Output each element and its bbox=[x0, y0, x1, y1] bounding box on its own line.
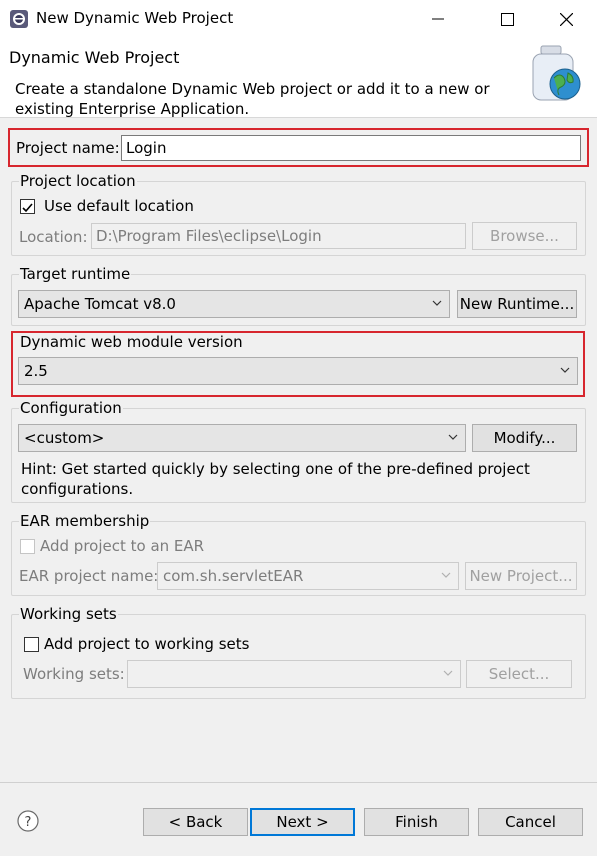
new-ear-project-button[interactable]: New Project... bbox=[465, 562, 577, 590]
close-button[interactable] bbox=[543, 4, 589, 34]
wizard-description: Create a standalone Dynamic Web project … bbox=[15, 80, 490, 118]
chevron-down-icon bbox=[560, 367, 570, 373]
modify-button[interactable]: Modify... bbox=[472, 424, 577, 452]
working-sets-legend: Working sets bbox=[19, 605, 118, 623]
use-default-location-label: Use default location bbox=[44, 197, 194, 215]
configuration-legend: Configuration bbox=[19, 399, 123, 417]
browse-button[interactable]: Browse... bbox=[472, 222, 577, 250]
configuration-hint: Hint: Get started quickly by selecting o… bbox=[21, 460, 530, 498]
ear-membership-legend: EAR membership bbox=[19, 512, 151, 530]
eclipse-icon bbox=[9, 9, 29, 29]
select-working-sets-button[interactable]: Select... bbox=[466, 660, 572, 688]
location-input[interactable]: D:\Program Files\eclipse\Login bbox=[91, 223, 466, 249]
module-version-select[interactable]: 2.5 bbox=[18, 357, 578, 385]
help-button[interactable]: ? bbox=[17, 810, 39, 832]
next-button[interactable]: Next > bbox=[250, 808, 355, 836]
add-to-working-sets-label: Add project to working sets bbox=[44, 635, 250, 653]
ear-project-name-select[interactable]: com.sh.servletEAR bbox=[157, 562, 459, 590]
title-bar: New Dynamic Web Project bbox=[0, 0, 597, 38]
project-name-input[interactable]: Login bbox=[121, 135, 581, 161]
close-icon bbox=[559, 12, 573, 26]
project-location-legend: Project location bbox=[19, 172, 137, 190]
maximize-icon bbox=[500, 12, 514, 26]
window-title: New Dynamic Web Project bbox=[36, 9, 234, 27]
checkmark-icon bbox=[22, 203, 33, 213]
project-name-label: Project name: bbox=[16, 139, 120, 157]
minimize-button[interactable] bbox=[415, 4, 461, 34]
working-sets-label: Working sets: bbox=[23, 665, 125, 683]
target-runtime-value: Apache Tomcat v8.0 bbox=[24, 295, 176, 313]
ear-project-name-label: EAR project name: bbox=[19, 567, 159, 585]
svg-text:?: ? bbox=[25, 815, 32, 830]
add-to-working-sets-checkbox[interactable] bbox=[24, 637, 39, 652]
location-label: Location: bbox=[19, 228, 88, 246]
configuration-value: <custom> bbox=[24, 429, 105, 447]
web-project-jar-globe-icon bbox=[527, 44, 587, 110]
module-version-value: 2.5 bbox=[24, 362, 48, 380]
maximize-button[interactable] bbox=[484, 4, 530, 34]
add-to-ear-checkbox[interactable] bbox=[20, 539, 35, 554]
finish-button[interactable]: Finish bbox=[364, 808, 469, 836]
chevron-down-icon bbox=[432, 300, 442, 306]
add-to-ear-label: Add project to an EAR bbox=[40, 537, 205, 555]
chevron-down-icon bbox=[448, 434, 458, 440]
module-version-legend: Dynamic web module version bbox=[20, 333, 243, 351]
configuration-select[interactable]: <custom> bbox=[18, 424, 466, 452]
footer-divider bbox=[0, 782, 597, 783]
ear-project-name-value: com.sh.servletEAR bbox=[163, 567, 304, 585]
target-runtime-select[interactable]: Apache Tomcat v8.0 bbox=[18, 290, 450, 318]
minimize-icon bbox=[432, 18, 444, 20]
wizard-title: Dynamic Web Project bbox=[9, 48, 180, 67]
back-button[interactable]: < Back bbox=[143, 808, 248, 836]
working-sets-select[interactable] bbox=[127, 660, 461, 688]
cancel-button[interactable]: Cancel bbox=[478, 808, 583, 836]
wizard-banner: Dynamic Web Project Create a standalone … bbox=[0, 38, 597, 118]
help-icon: ? bbox=[17, 810, 39, 832]
use-default-location-checkbox[interactable] bbox=[20, 199, 35, 214]
chevron-down-icon bbox=[441, 572, 451, 578]
target-runtime-legend: Target runtime bbox=[19, 265, 132, 283]
chevron-down-icon bbox=[443, 670, 453, 676]
new-runtime-button[interactable]: New Runtime... bbox=[457, 290, 577, 318]
